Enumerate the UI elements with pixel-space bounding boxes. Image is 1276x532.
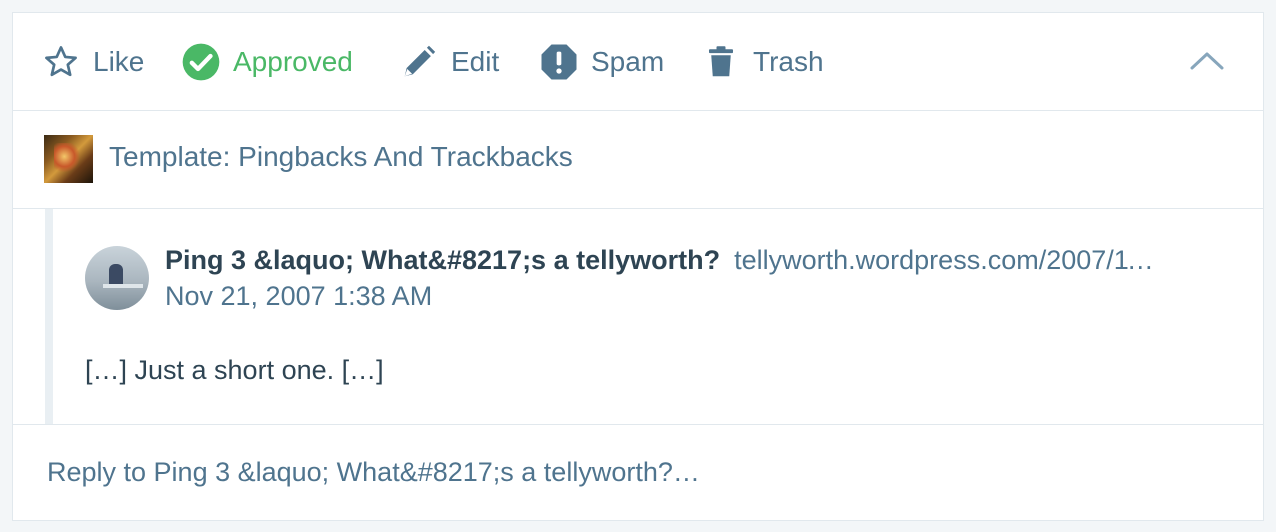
site-header: Template: Pingbacks And Trackbacks — [13, 111, 1263, 209]
warning-octagon-icon — [539, 42, 579, 82]
collapse-button[interactable] — [1187, 43, 1227, 83]
reply-row: Reply to Ping 3 &laquo; What&#8217;s a t… — [13, 425, 1263, 521]
comment-date-link[interactable]: Nov 21, 2007 1:38 AM — [165, 281, 432, 312]
edit-label: Edit — [451, 46, 500, 77]
trash-label: Trash — [753, 46, 824, 77]
approved-button[interactable]: Approved — [181, 37, 353, 87]
like-label: Like — [93, 46, 145, 77]
approved-label: Approved — [233, 46, 353, 77]
comment-body: […] Just a short one. […] — [85, 355, 384, 385]
site-title-link[interactable]: Template: Pingbacks And Trackbacks — [109, 141, 573, 173]
chevron-up-icon — [1189, 49, 1225, 78]
comment-action-bar: Like Approved Edit Spam Trash — [13, 13, 1263, 111]
spam-button[interactable]: Spam — [539, 37, 664, 87]
comment-card: Like Approved Edit Spam Trash Template: … — [12, 12, 1264, 521]
comment-author-link[interactable]: Ping 3 &laquo; What&#8217;s a tellyworth… — [165, 245, 720, 275]
star-icon — [41, 42, 81, 82]
pencil-icon — [399, 42, 439, 82]
spam-label: Spam — [591, 46, 665, 77]
reply-link[interactable]: Reply to Ping 3 &laquo; What&#8217;s a t… — [47, 457, 700, 488]
checkmark-circle-icon — [181, 42, 221, 82]
trash-icon — [701, 42, 741, 82]
quote-bar — [45, 209, 53, 424]
site-icon — [44, 135, 93, 183]
trash-button[interactable]: Trash — [701, 37, 824, 87]
avatar[interactable] — [85, 246, 149, 310]
like-button[interactable]: Like — [41, 37, 144, 87]
author-line: Ping 3 &laquo; What&#8217;s a tellyworth… — [165, 245, 1164, 276]
comment-block: Ping 3 &laquo; What&#8217;s a tellyworth… — [13, 209, 1263, 425]
comment-author-url[interactable]: tellyworth.wordpress.com/2007/11/21/ping… — [734, 245, 1164, 276]
edit-button[interactable]: Edit — [399, 37, 499, 87]
